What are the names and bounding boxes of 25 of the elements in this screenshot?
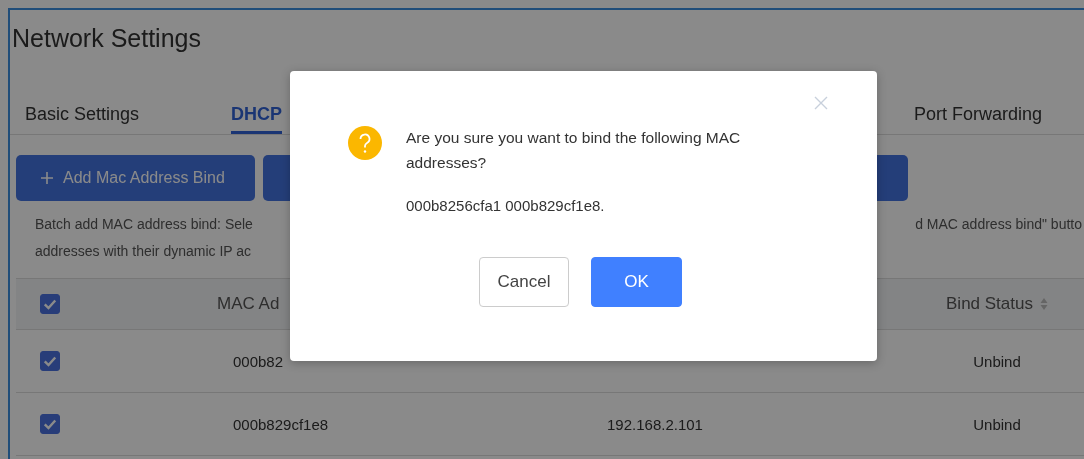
description-text: d MAC address bind" butto bbox=[915, 216, 1082, 234]
column-header: MAC Ad bbox=[217, 294, 280, 313]
mac-list: 000b8256cfa1 000b829cf1e8. bbox=[406, 197, 806, 214]
checkbox[interactable] bbox=[40, 294, 60, 314]
ok-button[interactable]: OK bbox=[591, 257, 682, 307]
plus-icon bbox=[40, 171, 54, 185]
cancel-button[interactable]: Cancel bbox=[479, 257, 569, 307]
table-cell: 192.168.2.101 bbox=[607, 415, 703, 433]
tab[interactable]: Port Forwarding bbox=[913, 104, 1042, 134]
tab[interactable]: DHCP bbox=[231, 104, 283, 134]
checkbox[interactable] bbox=[40, 414, 60, 434]
page-title: Network Settings bbox=[11, 23, 202, 54]
table-cell: Unbind bbox=[973, 352, 1021, 370]
checkbox[interactable] bbox=[40, 351, 60, 371]
add-mac-bind-button[interactable]: Add Mac Address Bind bbox=[16, 155, 255, 201]
table-cell: 000b829cf1e8 bbox=[233, 415, 329, 433]
column-header[interactable]: Bind Status bbox=[946, 294, 1033, 314]
table-cell: Unbind bbox=[973, 415, 1021, 433]
sort-icon[interactable] bbox=[1039, 297, 1048, 311]
dialog-message: Are you sure you want to bind the following MAC addresses? bbox=[406, 128, 742, 173]
description-text: Batch add MAC address bind: Sele bbox=[35, 216, 253, 234]
question-icon bbox=[347, 125, 383, 161]
description-text: addresses with their dynamic IP ac bbox=[35, 243, 252, 261]
table-cell: 000b82 bbox=[233, 352, 284, 370]
tab[interactable]: Basic Settings bbox=[25, 104, 140, 134]
